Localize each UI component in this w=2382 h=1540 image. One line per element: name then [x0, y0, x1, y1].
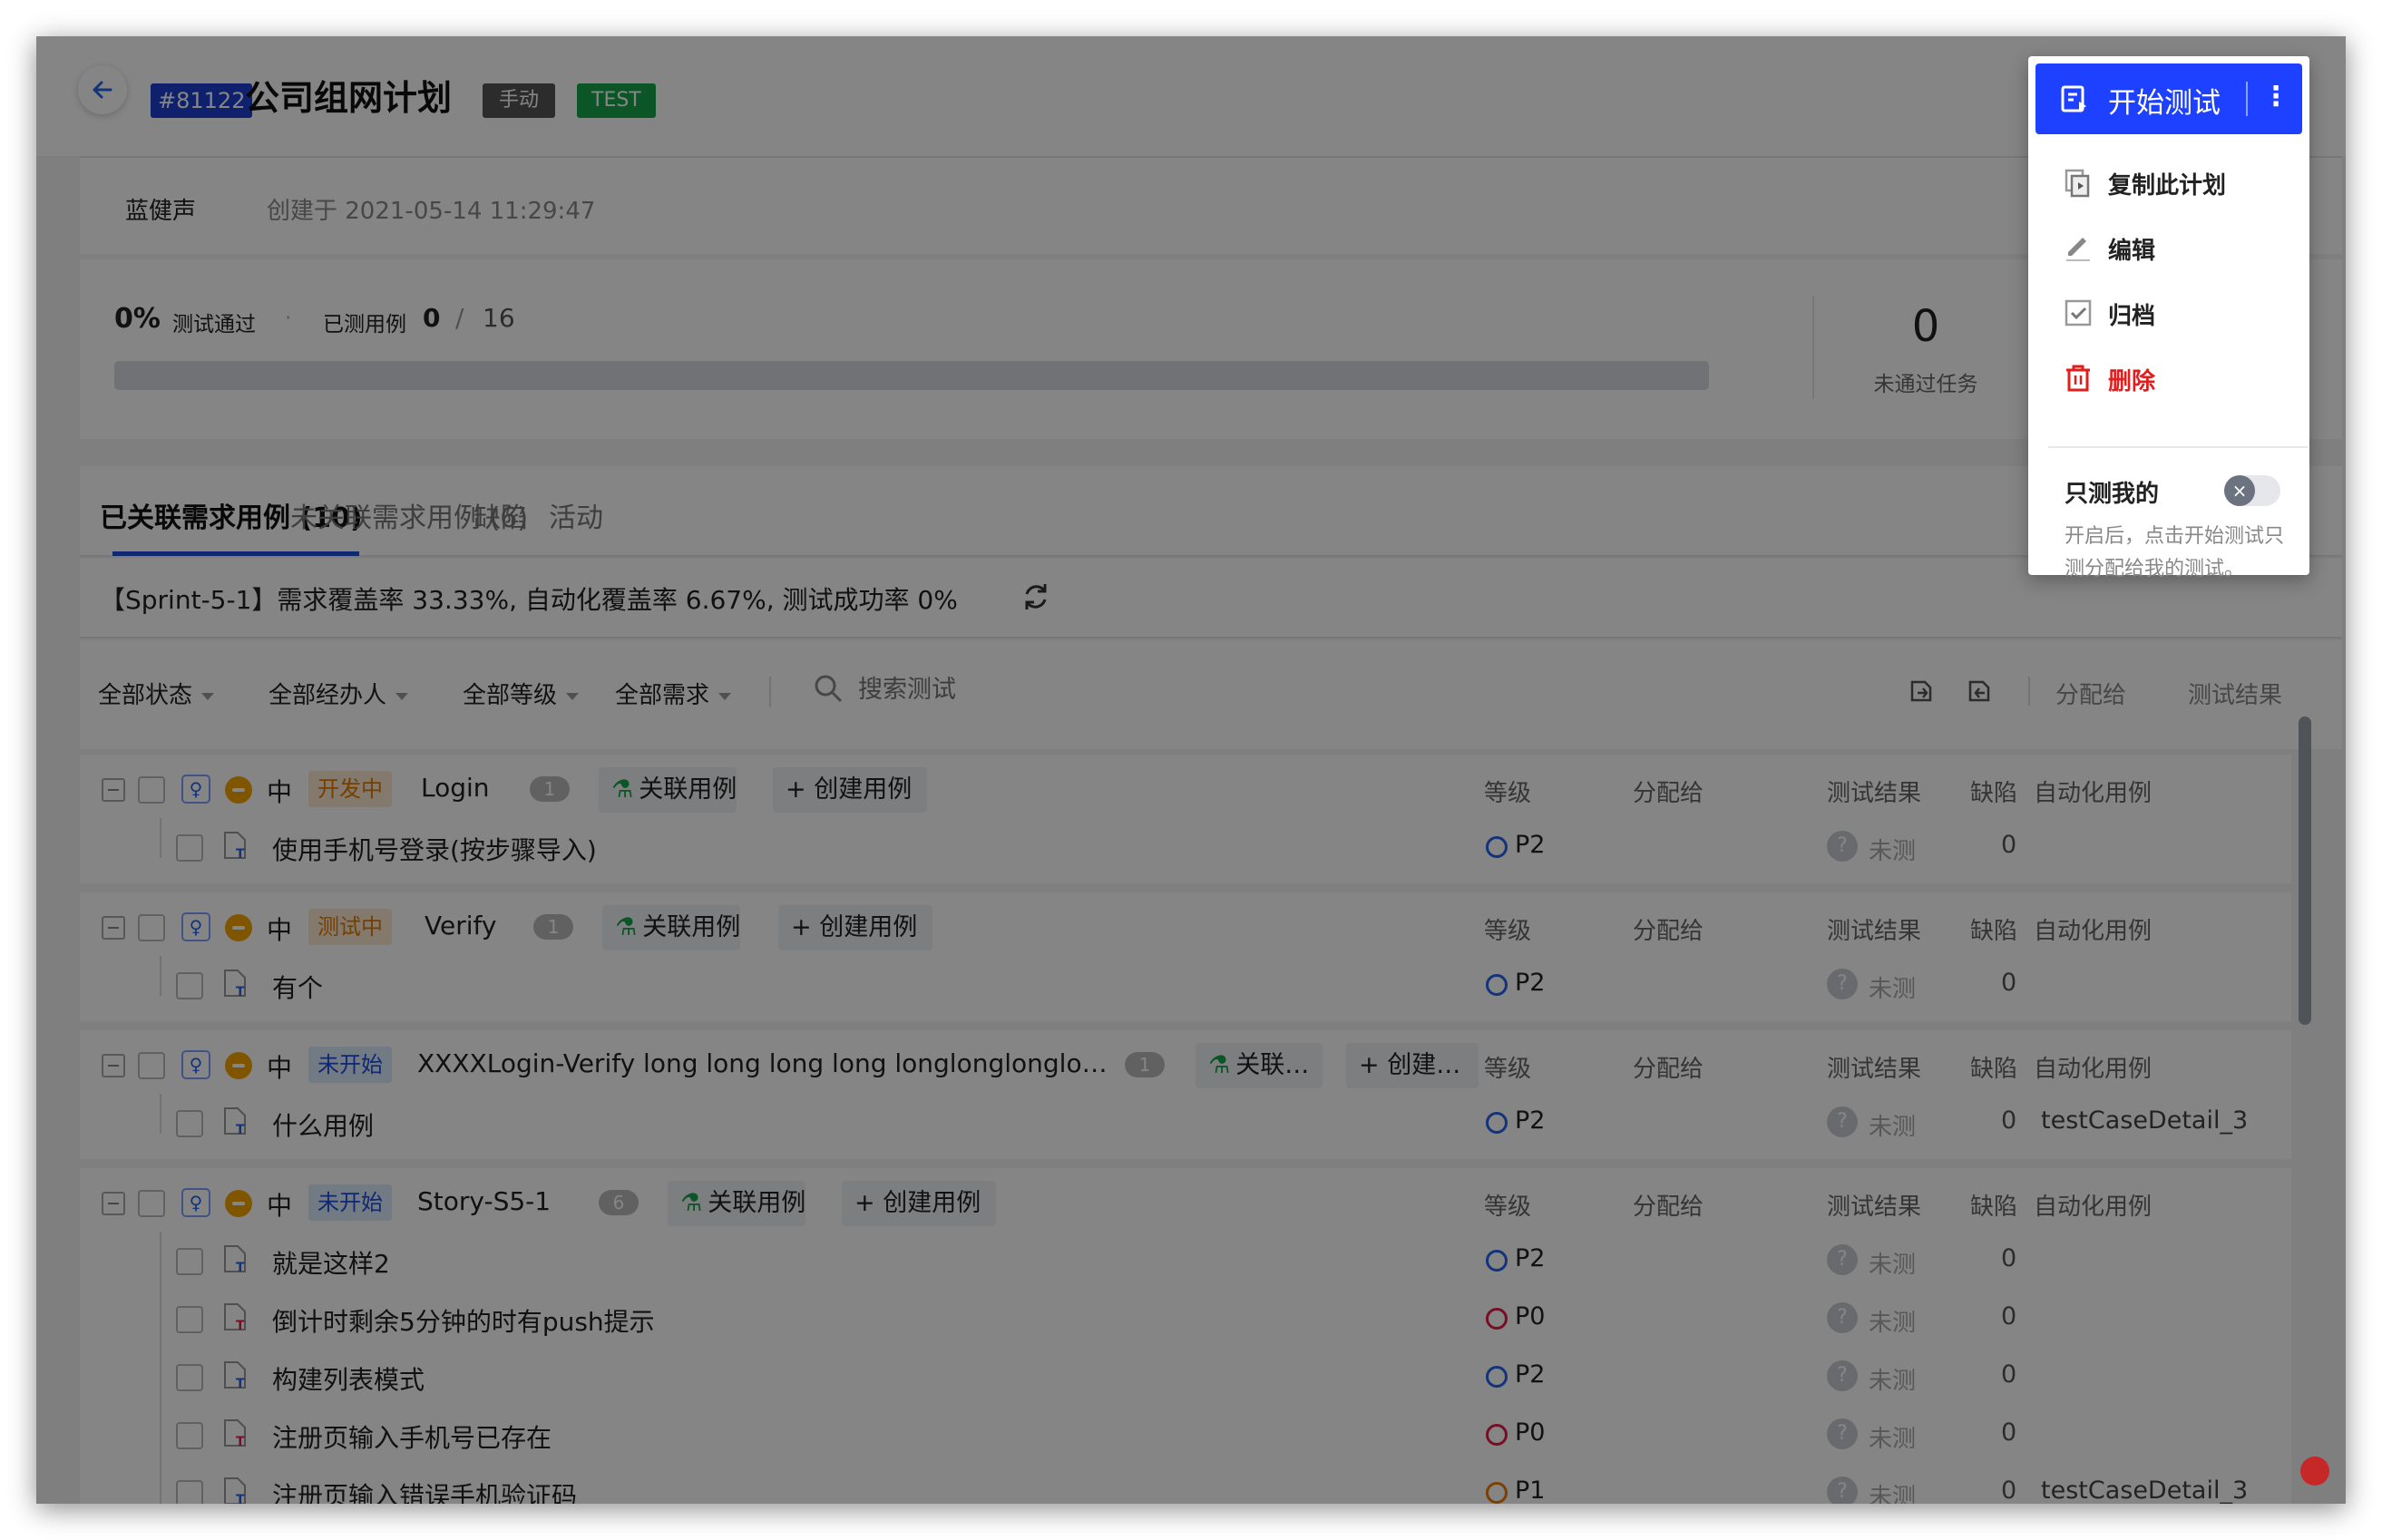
start-test-button[interactable]: 开始测试 ⋮ — [2035, 63, 2302, 134]
only-mine-toggle[interactable]: × — [2224, 475, 2280, 506]
close-icon: × — [2224, 475, 2255, 506]
button-separator — [2246, 82, 2248, 116]
pencil-icon — [2066, 238, 2090, 261]
copy-plan-item[interactable]: 复制此计划 — [2035, 149, 2302, 214]
archive-icon — [2065, 299, 2092, 327]
copy-icon — [2065, 169, 2090, 198]
record-indicator — [2300, 1457, 2329, 1486]
edit-item[interactable]: 编辑 — [2035, 214, 2302, 279]
only-mine-help: 开启后，点击开始测试只测分配给我的测试。 — [2065, 525, 2285, 580]
archive-item[interactable]: 归档 — [2035, 279, 2302, 345]
archive-label: 归档 — [2108, 303, 2156, 330]
copy-plan-label: 复制此计划 — [2108, 172, 2227, 200]
trash-icon — [2066, 365, 2090, 392]
edit-label: 编辑 — [2108, 238, 2156, 265]
start-test-label: 开始测试 — [2108, 87, 2221, 120]
dropdown-divider — [2048, 446, 2308, 448]
modal-overlay[interactable] — [36, 36, 2346, 1504]
actions-dropdown: 开始测试 ⋮ 复制此计划 编辑 归档 删除 只测我的 × 开启后，点击开始测试只… — [2028, 56, 2309, 580]
more-vertical-icon[interactable]: ⋮ — [2262, 80, 2289, 114]
app-window: #81122 公司组网计划 手动 TEST 蓝健声 创建于 2021-05-14… — [36, 36, 2346, 1504]
only-mine-label: 只测我的 — [2065, 481, 2160, 508]
start-test-icon — [2061, 85, 2086, 112]
delete-label: 删除 — [2108, 368, 2156, 395]
delete-item[interactable]: 删除 — [2035, 345, 2302, 410]
